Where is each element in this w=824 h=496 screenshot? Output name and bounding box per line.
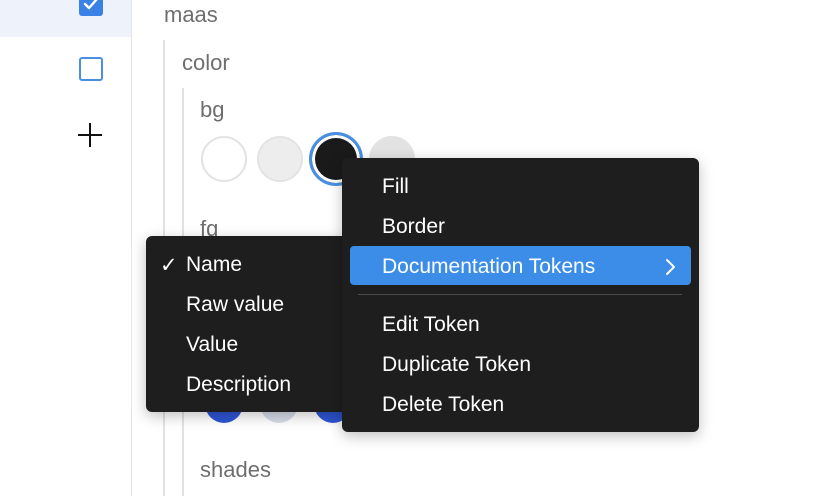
menu-item-value[interactable]: Value [186, 333, 238, 357]
checkmark-icon [83, 0, 98, 10]
token-context-menu: Fill Border Documentation Tokens Edit To… [342, 158, 699, 432]
column-options-menu: ✓ Name Raw value Value Description [146, 236, 350, 412]
menu-item-delete-token[interactable]: Delete Token [382, 393, 504, 417]
group-label-color[interactable]: color [182, 50, 230, 76]
check-icon: ✓ [160, 254, 178, 277]
menu-item-fill[interactable]: Fill [382, 175, 409, 199]
menu-item-description[interactable]: Description [186, 373, 291, 397]
menu-item-raw-value[interactable]: Raw value [186, 293, 284, 317]
color-swatch[interactable] [257, 136, 303, 182]
unchecked-checkbox[interactable] [79, 57, 103, 81]
checked-checkbox[interactable] [79, 0, 103, 16]
sidebar [0, 0, 132, 496]
group-label-bg[interactable]: bg [200, 97, 224, 123]
plus-icon[interactable] [77, 122, 103, 148]
menu-item-name[interactable]: Name [186, 253, 242, 277]
menu-item-documentation-tokens[interactable]: Documentation Tokens [382, 255, 595, 279]
sidebar-active-row[interactable] [0, 0, 131, 37]
color-swatch[interactable] [201, 136, 247, 182]
menu-item-duplicate-token[interactable]: Duplicate Token [382, 353, 531, 377]
chevron-right-icon [666, 259, 675, 275]
menu-item-edit-token[interactable]: Edit Token [382, 313, 480, 337]
group-label-shades[interactable]: shades [200, 457, 271, 483]
menu-separator [358, 294, 682, 295]
menu-item-border[interactable]: Border [382, 215, 445, 239]
group-label-maas[interactable]: maas [164, 2, 218, 28]
